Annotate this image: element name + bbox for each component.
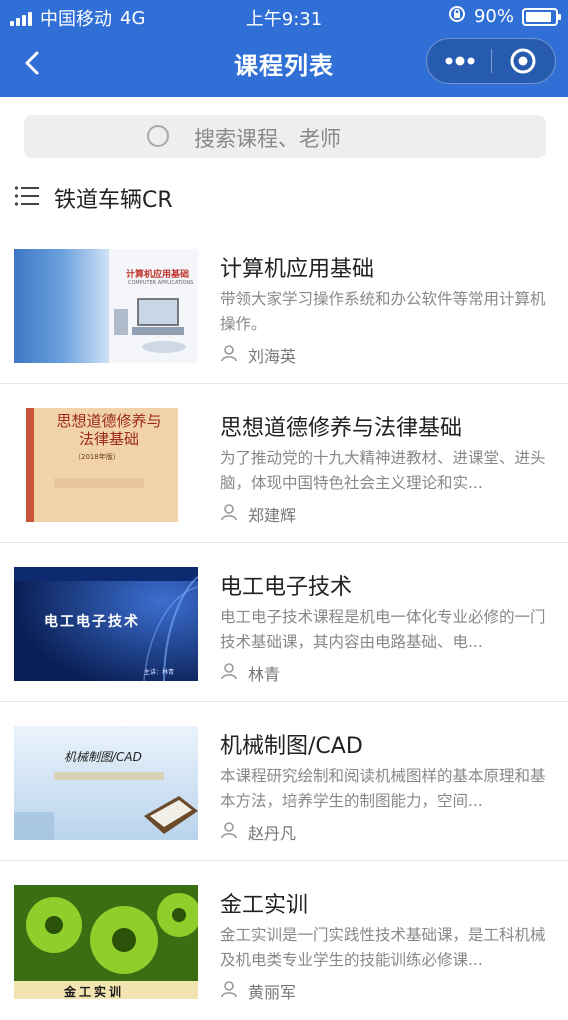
- course-teacher: 林青: [220, 661, 280, 685]
- thumb-subtitle: 主讲：林青: [144, 669, 175, 676]
- course-list: 计算机应用基础 COMPUTER APPLICATIONS 计算机应用基础 带领…: [0, 225, 568, 1020]
- thumb-title: 金工实训: [64, 985, 125, 999]
- list-icon: [14, 185, 40, 211]
- course-teacher: 黄丽军: [220, 979, 296, 1003]
- course-item[interactable]: 计算机应用基础 COMPUTER APPLICATIONS 计算机应用基础 带领…: [0, 225, 568, 384]
- capsule-divider: [491, 49, 492, 73]
- course-description: 金工实训是一门实践性技术基础课，是工科机械及机电类专业学生的技能训练必修课...: [220, 926, 546, 969]
- status-bar: 中国移动 4G 上午9:31 90%: [0, 0, 568, 32]
- thumb-title: 电工电子技术: [44, 614, 140, 630]
- course-thumbnail: 金工实训: [14, 885, 198, 999]
- course-teacher: 赵丹凡: [220, 820, 296, 844]
- user-icon: [220, 662, 238, 684]
- thumb-subtitle: （2018年版）: [74, 453, 120, 461]
- category-label: 铁道车辆CR: [54, 188, 173, 213]
- course-description: 本课程研究绘制和阅读机械图样的基本原理和基本方法，培养学生的制图能力，空间...: [220, 767, 546, 810]
- user-icon: [220, 503, 238, 525]
- thumb-title: 计算机应用基础: [126, 270, 190, 280]
- user-icon: [220, 821, 238, 843]
- course-teacher: 刘海英: [220, 343, 296, 367]
- category-header[interactable]: 铁道车辆CR: [14, 180, 173, 216]
- battery-icon: [522, 7, 561, 26]
- teacher-name: 赵丹凡: [248, 824, 297, 843]
- teacher-name: 刘海英: [248, 347, 297, 366]
- course-item[interactable]: 电工电子技术 主讲：林青 电工电子技术 电工电子技术课程是机电一体化专业必修的一…: [0, 543, 568, 702]
- course-thumbnail: 计算机应用基础 COMPUTER APPLICATIONS: [14, 249, 198, 363]
- course-thumbnail: 思想道德修养与法律基础 （2018年版）: [14, 408, 198, 522]
- thumb-title: 思想道德修养与法律基础: [56, 412, 162, 448]
- course-teacher: 郑建辉: [220, 502, 296, 526]
- target-icon[interactable]: [493, 39, 557, 83]
- course-title: 计算机应用基础: [220, 257, 375, 282]
- course-description: 电工电子技术课程是机电一体化专业必修的一门技术基础课，其内容由电路基础、电...: [220, 608, 546, 651]
- nav-bar: 课程列表: [0, 32, 568, 94]
- status-right: 90%: [448, 5, 561, 28]
- user-icon: [220, 344, 238, 366]
- course-thumbnail: 机械制图/CAD: [14, 726, 198, 840]
- course-title: 机械制图/CAD: [220, 734, 363, 759]
- search-icon: [146, 124, 172, 150]
- teacher-name: 林青: [248, 665, 281, 684]
- course-item[interactable]: 机械制图/CAD 机械制图/CAD 本课程研究绘制和阅读机械图样的基本原理和基本…: [0, 702, 568, 861]
- course-thumbnail: 电工电子技术 主讲：林青: [14, 567, 198, 681]
- course-item[interactable]: 思想道德修养与法律基础 （2018年版） 思想道德修养与法律基础 为了推动党的十…: [0, 384, 568, 543]
- more-dots-icon[interactable]: [427, 39, 491, 83]
- rotation-lock-icon: [448, 5, 466, 28]
- chevron-left-icon[interactable]: [18, 48, 48, 78]
- course-item[interactable]: 金工实训 金工实训 金工实训是一门实践性技术基础课，是工科机械及机电类专业学生的…: [0, 861, 568, 1020]
- menu-capsule: [426, 38, 556, 84]
- user-icon: [220, 980, 238, 1002]
- teacher-name: 郑建辉: [248, 506, 297, 525]
- battery-fill: [526, 11, 552, 22]
- course-description: 带领大家学习操作系统和办公软件等常用计算机操作。: [220, 290, 546, 333]
- teacher-name: 黄丽军: [248, 983, 297, 1002]
- app-header: 中国移动 4G 上午9:31 90% 课程列表: [0, 0, 568, 97]
- search-input[interactable]: 搜索课程、老师: [24, 115, 546, 158]
- battery-percent: 90%: [473, 6, 514, 27]
- course-title: 电工电子技术: [220, 575, 353, 600]
- search-placeholder: 搜索课程、老师: [194, 127, 341, 151]
- course-description: 为了推动党的十九大精神进教材、进课堂、进头脑，体现中国特色社会主义理论和实...: [220, 449, 546, 492]
- thumb-subtitle: COMPUTER APPLICATIONS: [128, 280, 194, 286]
- course-title: 思想道德修养与法律基础: [220, 416, 463, 441]
- thumb-title: 机械制图/CAD: [64, 750, 142, 764]
- course-title: 金工实训: [220, 893, 309, 918]
